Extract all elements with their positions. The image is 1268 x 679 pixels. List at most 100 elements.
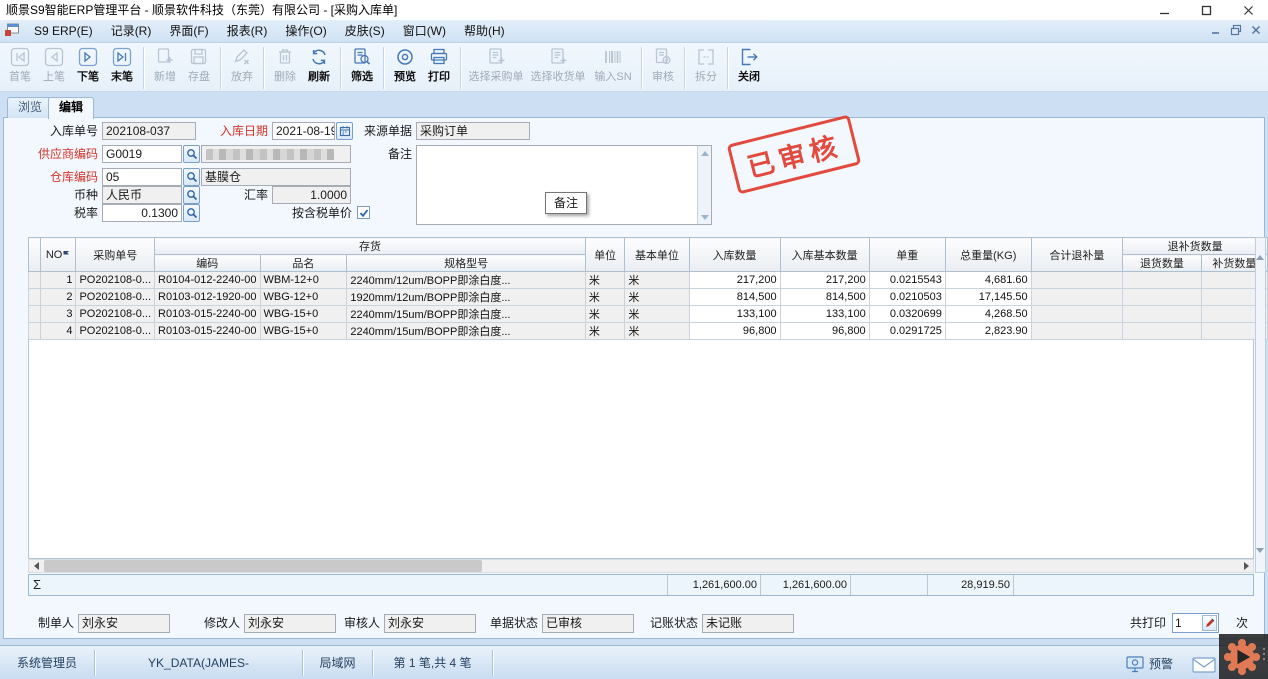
preview-button[interactable]: 预览 — [388, 46, 422, 84]
grid-row[interactable]: 3 PO202108-0... R0103-015-2240-00 WBG-15… — [29, 306, 1268, 323]
cell-no[interactable]: 1 — [40, 272, 76, 289]
cell-return-qty[interactable] — [1123, 323, 1202, 340]
cell-base-qty[interactable]: 217,200 — [780, 272, 869, 289]
filter-button[interactable]: 筛选 — [345, 46, 379, 84]
row-indicator[interactable] — [29, 272, 41, 289]
split-button[interactable]: 拆分 — [689, 46, 723, 84]
cell-unit-weight[interactable]: 0.0291725 — [869, 323, 945, 340]
cell-total-adjust[interactable] — [1031, 306, 1122, 323]
minimize-button[interactable] — [1146, 0, 1182, 20]
col-unit[interactable]: 单位 — [585, 238, 624, 272]
cell-spec[interactable]: 2240mm/15um/BOPP即涂白度... — [347, 323, 586, 340]
scroll-up-icon[interactable] — [1256, 238, 1264, 260]
mdi-close-icon[interactable] — [1250, 24, 1262, 36]
col-total-weight[interactable]: 总重量(KG) — [945, 238, 1031, 272]
row-indicator[interactable] — [29, 323, 41, 340]
cell-total-adjust[interactable] — [1031, 323, 1122, 340]
cell-po[interactable]: PO202108-0... — [76, 289, 155, 306]
close-window-button[interactable] — [1230, 0, 1266, 20]
save-button[interactable]: 存盘 — [182, 46, 216, 84]
tax-lookup-button[interactable] — [183, 204, 200, 222]
supplier-code-field[interactable]: G0019 — [102, 145, 182, 163]
cell-base-unit[interactable]: 米 — [625, 289, 689, 306]
mdi-restore-icon[interactable] — [1230, 24, 1242, 36]
cell-total-adjust[interactable] — [1031, 272, 1122, 289]
audit-button[interactable]: 审核 — [646, 46, 680, 84]
col-return-qty[interactable]: 退货数量 — [1123, 255, 1202, 272]
grid-vscrollbar[interactable] — [1255, 237, 1266, 573]
hscrollbar-thumb[interactable] — [44, 560, 482, 572]
cell-qty[interactable]: 133,100 — [689, 306, 780, 323]
cell-unit[interactable]: 米 — [585, 323, 624, 340]
select-receipt-note-button[interactable]: 选择收货单 — [527, 46, 589, 84]
recorder-gear-play-icon[interactable] — [1222, 637, 1262, 677]
input-sn-button[interactable]: 输入SN — [589, 46, 637, 84]
scroll-right-icon[interactable] — [1239, 560, 1253, 572]
cell-total-weight[interactable]: 4,268.50 — [945, 306, 1031, 323]
refresh-button[interactable]: 刷新 — [302, 46, 336, 84]
cell-base-unit[interactable]: 米 — [625, 306, 689, 323]
cell-po[interactable]: PO202108-0... — [76, 306, 155, 323]
warehouse-code-field[interactable]: 05 — [102, 168, 182, 186]
cell-code[interactable]: R0104-012-2240-00 — [155, 272, 260, 289]
menu-reports[interactable]: 报表(R) — [218, 20, 277, 42]
col-unit-weight[interactable]: 单重 — [869, 238, 945, 272]
menu-window[interactable]: 窗口(W) — [394, 20, 455, 42]
cell-spec[interactable]: 2240mm/15um/BOPP即涂白度... — [347, 306, 586, 323]
col-base-qty[interactable]: 入库基本数量 — [780, 238, 869, 272]
cell-no[interactable]: 3 — [40, 306, 76, 323]
tab-edit[interactable]: 编辑 — [48, 97, 94, 119]
cell-return-qty[interactable] — [1123, 289, 1202, 306]
cell-name[interactable]: WBG-15+0 — [260, 323, 347, 340]
cell-total-weight[interactable]: 4,681.60 — [945, 272, 1031, 289]
row-indicator[interactable] — [29, 306, 41, 323]
scroll-down-icon[interactable] — [1256, 553, 1264, 571]
row-indicator[interactable] — [29, 289, 41, 306]
first-record-button[interactable]: 首笔 — [3, 46, 37, 84]
print-count-field[interactable]: 1 — [1172, 613, 1219, 633]
cell-code[interactable]: R0103-012-1920-00 — [155, 289, 260, 306]
col-code[interactable]: 编码 — [155, 255, 260, 272]
cell-base-unit[interactable]: 米 — [625, 323, 689, 340]
cell-no[interactable]: 4 — [40, 323, 76, 340]
alert-button[interactable]: 预警 — [1125, 653, 1189, 674]
cell-po[interactable]: PO202108-0... — [76, 323, 155, 340]
menu-skins[interactable]: 皮肤(S) — [336, 20, 394, 42]
tax-rate-field[interactable]: 0.1300 — [102, 204, 182, 222]
last-record-button[interactable]: 末笔 — [105, 46, 139, 84]
col-name[interactable]: 品名 — [260, 255, 347, 272]
recorder-menu-dots-icon[interactable] — [1263, 648, 1265, 660]
scroll-down-icon[interactable] — [699, 211, 711, 223]
cell-total-weight[interactable]: 17,145.50 — [945, 289, 1031, 306]
cell-no[interactable]: 2 — [40, 289, 76, 306]
cell-name[interactable]: WBG-15+0 — [260, 306, 347, 323]
cell-qty[interactable]: 96,800 — [689, 323, 780, 340]
prev-record-button[interactable]: 上笔 — [37, 46, 71, 84]
col-po[interactable]: 采购单号 — [76, 238, 155, 272]
cell-name[interactable]: WBG-12+0 — [260, 289, 347, 306]
scroll-up-icon[interactable] — [699, 147, 711, 159]
next-record-button[interactable]: 下笔 — [71, 46, 105, 84]
cell-total-adjust[interactable] — [1031, 289, 1122, 306]
scroll-left-icon[interactable] — [29, 560, 43, 572]
cell-return-qty[interactable] — [1123, 272, 1202, 289]
grid-row[interactable]: 1 PO202108-0... R0104-012-2240-00 WBM-12… — [29, 272, 1268, 289]
calendar-button[interactable] — [336, 122, 353, 140]
cell-unit[interactable]: 米 — [585, 289, 624, 306]
cell-base-unit[interactable]: 米 — [625, 272, 689, 289]
grid-row[interactable]: 2 PO202108-0... R0103-012-1920-00 WBG-12… — [29, 289, 1268, 306]
warehouse-lookup-button[interactable] — [183, 168, 200, 186]
cell-unit[interactable]: 米 — [585, 306, 624, 323]
add-button[interactable]: 新增 — [148, 46, 182, 84]
abandon-button[interactable]: 放弃 — [225, 46, 259, 84]
cell-base-qty[interactable]: 814,500 — [780, 289, 869, 306]
col-qty[interactable]: 入库数量 — [689, 238, 780, 272]
menu-record[interactable]: 记录(R) — [102, 20, 161, 42]
remark-scrollbar[interactable] — [697, 146, 711, 224]
grid-hscrollbar[interactable] — [28, 559, 1254, 573]
receipt-date-field[interactable]: 2021-08-19 — [272, 122, 335, 140]
cell-code[interactable]: R0103-015-2240-00 — [155, 306, 260, 323]
cell-spec[interactable]: 1920mm/12um/BOPP即涂白度... — [347, 289, 586, 306]
mail-icon[interactable] — [1192, 657, 1216, 676]
cell-unit[interactable]: 米 — [585, 272, 624, 289]
